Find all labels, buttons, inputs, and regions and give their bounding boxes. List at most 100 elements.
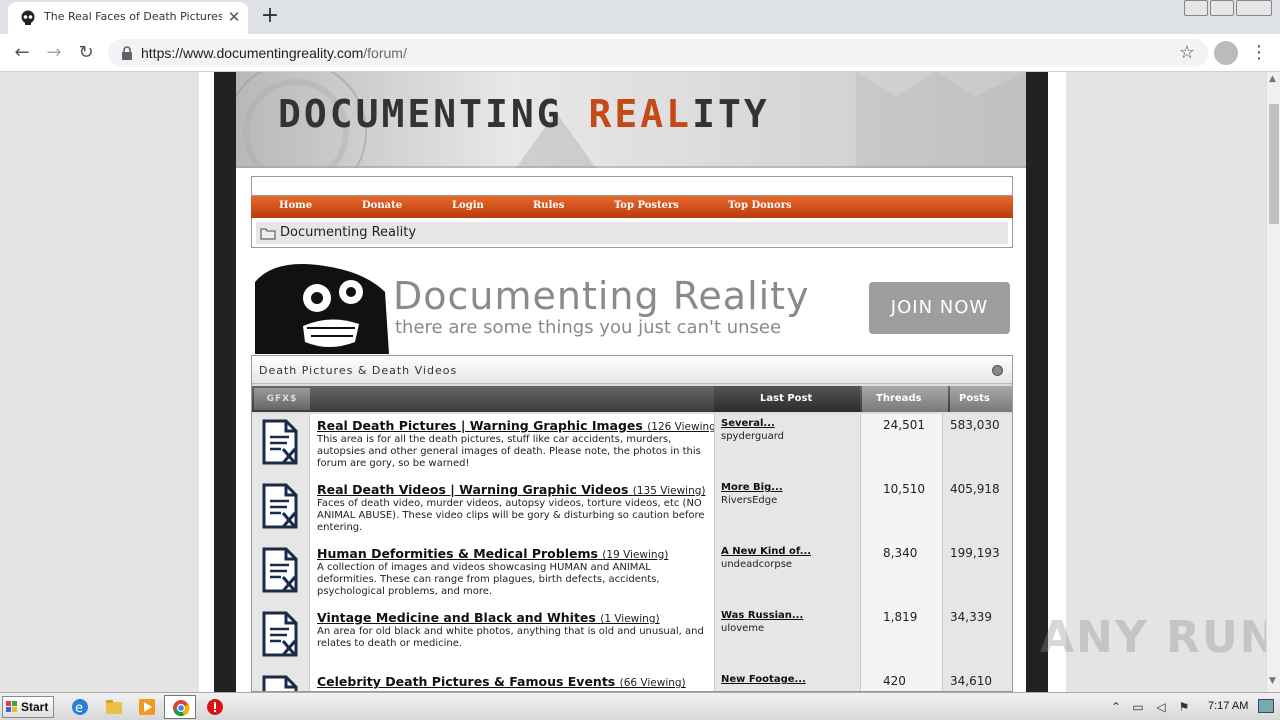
scroll-up-arrow-icon[interactable]: ▲ [1269, 74, 1276, 84]
scrollbar-thumb[interactable] [1269, 104, 1279, 224]
collapse-section-icon[interactable] [992, 365, 1003, 376]
forum-viewing-count: (66 Viewing) [619, 677, 686, 689]
last-post-link[interactable]: New Footage... [721, 674, 806, 685]
forum-title-link[interactable]: Real Death Videos | Warning Graphic Vide… [317, 482, 706, 497]
last-post-header[interactable]: Last Post [760, 393, 812, 404]
browser-menu-icon[interactable]: ⋮ [1250, 41, 1268, 65]
chrome-taskbar-button[interactable] [164, 695, 196, 719]
threads-cell: 24,501 [860, 414, 942, 478]
media-player-icon[interactable] [137, 697, 157, 717]
posts-header[interactable]: Posts [959, 393, 990, 404]
posts-cell: 199,193 [942, 542, 1012, 606]
join-banner-ad[interactable]: Documenting Reality there are some thing… [255, 262, 1011, 354]
last-post-link[interactable]: Was Russian... [721, 610, 803, 621]
forum-title-link[interactable]: Real Death Pictures | Warning Graphic Im… [317, 418, 720, 433]
thread-count: 10,510 [883, 482, 925, 496]
new-tab-button[interactable]: + [258, 4, 282, 28]
minimize-button[interactable] [1184, 0, 1208, 16]
last-post-cell: A New Kind of... undeadcorpse [714, 542, 860, 606]
forum-viewing-count: (1 Viewing) [600, 613, 660, 625]
forum-title[interactable]: Real Death Pictures | Warning Graphic Im… [317, 418, 643, 433]
logo-part-3: ITY [692, 92, 770, 136]
forum-document-icon [262, 611, 298, 657]
profile-avatar-icon[interactable] [1214, 41, 1238, 65]
reload-icon[interactable]: ↻ [74, 41, 98, 65]
logo-part-2: REAL [588, 92, 693, 136]
forum-document-icon [262, 483, 298, 529]
posts-cell: 34,610 [942, 670, 1012, 691]
forum-title-link[interactable]: Vintage Medicine and Black and Whites (1… [317, 610, 660, 625]
forum-icon-cell [252, 478, 310, 542]
nav-donate[interactable]: Donate [362, 200, 402, 211]
svg-text:e: e [75, 701, 83, 716]
last-post-user[interactable]: RiversEdge [721, 495, 777, 506]
logo-part-1: DOCUMENTING [278, 92, 589, 136]
tab-close-icon[interactable]: ✕ [226, 8, 242, 26]
show-hidden-icons-icon[interactable]: ⌃ [1108, 699, 1124, 715]
scream-face-illustration [255, 262, 389, 354]
last-post-user[interactable]: uloveme [721, 623, 764, 634]
last-post-link[interactable]: Several... [721, 418, 775, 429]
nav-login[interactable]: Login [452, 200, 484, 211]
url-path: /forum/ [363, 45, 407, 61]
start-button[interactable]: Start [2, 696, 54, 718]
forum-viewing-count: (19 Viewing) [602, 549, 669, 561]
network-icon[interactable]: ▭ [1130, 699, 1146, 715]
forum-title[interactable]: Vintage Medicine and Black and Whites [317, 610, 596, 625]
forward-arrow-icon[interactable]: → [42, 41, 66, 65]
forum-icon-cell [252, 670, 310, 691]
show-desktop-button[interactable] [1258, 699, 1274, 713]
forum-info-cell: Vintage Medicine and Black and Whites (1… [310, 606, 714, 670]
volume-icon[interactable]: ◁ [1153, 699, 1169, 715]
last-post-user[interactable]: spyderguard [721, 431, 784, 442]
threads-header[interactable]: Threads [876, 393, 922, 404]
chrome-icon [173, 700, 190, 717]
address-bar[interactable]: https://www.documentingreality.com/forum… [108, 39, 1208, 67]
post-count: 34,610 [950, 674, 992, 688]
post-count: 199,193 [950, 546, 1000, 560]
forum-viewing-count: (135 Viewing) [632, 485, 706, 497]
forum-description: A collection of images and videos showca… [317, 562, 660, 597]
nav-rules[interactable]: Rules [533, 200, 564, 211]
tab-title: The Real Faces of Death Pictures and Vid… [44, 10, 222, 23]
threads-cell: 1,819 [860, 606, 942, 670]
forum-title[interactable]: Celebrity Death Pictures & Famous Events [317, 674, 615, 689]
breadcrumb-current[interactable]: Documenting Reality [280, 225, 416, 240]
vertical-scrollbar[interactable]: ▲ ▼ [1266, 72, 1280, 692]
forum-title-link[interactable]: Celebrity Death Pictures & Famous Events… [317, 674, 686, 689]
last-post-link[interactable]: A New Kind of... [721, 546, 811, 557]
stop-sign-icon[interactable] [205, 697, 225, 717]
last-post-link[interactable]: More Big... [721, 482, 783, 493]
tab-strip: The Real Faces of Death Pictures and Vid… [0, 0, 1280, 34]
nav-top-donors[interactable]: Top Donors [728, 200, 792, 211]
file-explorer-icon[interactable] [104, 697, 124, 717]
nav-top-posters[interactable]: Top Posters [614, 200, 679, 211]
top-bar [251, 176, 1013, 196]
last-post-user[interactable]: undeadcorpse [721, 559, 792, 570]
restore-button[interactable] [1210, 0, 1234, 16]
forum-description: Faces of death video, murder videos, aut… [317, 498, 705, 533]
posts-cell: 34,339 [942, 606, 1012, 670]
site-banner[interactable]: DOCUMENTING REALITY [236, 72, 1026, 168]
back-arrow-icon[interactable]: ← [10, 41, 34, 65]
window-close-button[interactable] [1236, 0, 1272, 16]
forum-description: An area for old black and white photos, … [317, 626, 704, 649]
scroll-down-arrow-icon[interactable]: ▼ [1269, 676, 1276, 686]
bookmark-star-icon[interactable]: ☆ [1176, 41, 1198, 65]
posts-cell: 583,030 [942, 414, 1012, 478]
browser-tab[interactable]: The Real Faces of Death Pictures and Vid… [8, 2, 248, 34]
windows-logo-icon [6, 701, 17, 712]
nav-home[interactable]: Home [279, 200, 312, 211]
forum-info-cell: Real Death Videos | Warning Graphic Vide… [310, 478, 714, 542]
forum-title[interactable]: Real Death Videos | Warning Graphic Vide… [317, 482, 628, 497]
forum-section-title: Death Pictures & Death Videos [259, 364, 458, 377]
posts-cell: 405,918 [942, 478, 1012, 542]
forum-document-icon [262, 675, 298, 691]
join-now-button[interactable]: JOIN NOW [869, 282, 1010, 334]
action-center-flag-icon[interactable]: ⚑ [1176, 699, 1192, 715]
internet-explorer-icon[interactable]: e [70, 697, 90, 717]
forum-title-link[interactable]: Human Deformities & Medical Problems (19… [317, 546, 668, 561]
post-count: 34,339 [950, 610, 992, 624]
taskbar-clock[interactable]: 7:17 AM [1208, 700, 1248, 712]
forum-title[interactable]: Human Deformities & Medical Problems [317, 546, 598, 561]
